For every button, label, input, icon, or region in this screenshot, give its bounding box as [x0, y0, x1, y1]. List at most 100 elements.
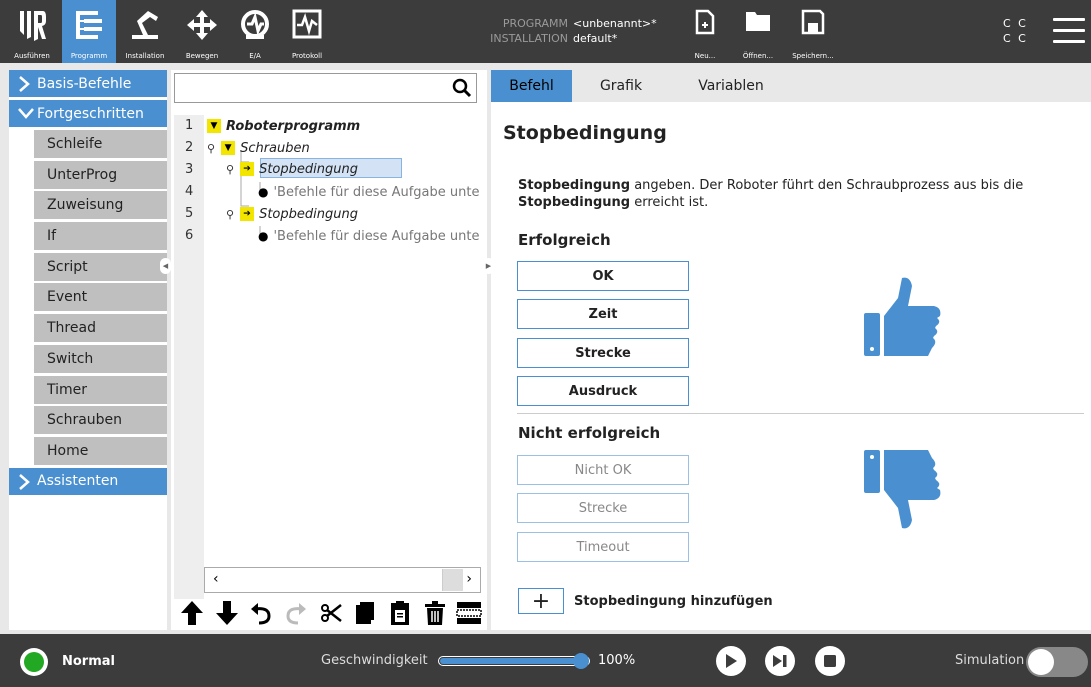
new-file-icon — [695, 9, 715, 35]
thumbs-up-icon — [864, 277, 941, 356]
menu-icon[interactable] — [1053, 18, 1085, 44]
status-led — [24, 652, 44, 672]
search-icon[interactable] — [452, 78, 472, 98]
tree-horizontal-scrollbar[interactable]: ‹ › — [204, 567, 481, 593]
nav-item-home[interactable]: Home — [34, 436, 167, 465]
nav-item-script[interactable]: Script — [34, 252, 167, 281]
status-indicator[interactable] — [20, 648, 48, 676]
nav-item-event[interactable]: Event — [34, 283, 167, 312]
tab-grafik[interactable]: Grafik — [586, 70, 656, 102]
tree-node-stopbedingung-1[interactable]: ⚲ ➔ Stopbedingung — [226, 158, 358, 180]
installation-icon — [132, 11, 158, 39]
control-indicator: C C C C — [1003, 16, 1028, 46]
log-icon — [292, 9, 322, 39]
app-window: Ausführen Programm Installation Bewegen … — [0, 0, 1091, 687]
step-button[interactable] — [765, 646, 795, 676]
line-number: 1 — [185, 118, 194, 133]
undo-icon[interactable] — [246, 598, 276, 628]
tree-node-label: Stopbedingung — [259, 206, 358, 222]
save-icon — [801, 9, 825, 35]
installation-name: default* — [573, 32, 618, 45]
play-button[interactable] — [716, 646, 746, 676]
distance-button[interactable]: Strecke — [517, 338, 689, 368]
pin-icon: ⚲ — [226, 207, 235, 221]
timeout-button[interactable]: Timeout — [517, 532, 689, 562]
scroll-right-icon[interactable]: › — [466, 571, 472, 587]
fail-distance-button[interactable]: Strecke — [517, 493, 689, 523]
section-divider — [517, 413, 1084, 414]
tree-node-comment-2[interactable]: ● 'Befehle für diese Aufgabe unte — [258, 225, 479, 247]
page-title: Stopbedingung — [503, 122, 667, 144]
tab-programm[interactable]: Programm — [62, 0, 116, 63]
scroll-left-icon[interactable]: ‹ — [213, 571, 219, 587]
open-folder-icon — [746, 12, 770, 31]
tab-ea[interactable]: E/A — [228, 0, 282, 63]
command-panel: Befehl Grafik Variablen Stopbedingung St… — [491, 70, 1091, 630]
collapse-triangle-icon[interactable]: ▼ — [207, 119, 221, 133]
nav-item-if[interactable]: If — [34, 222, 167, 251]
chevron-right-icon — [19, 76, 30, 92]
redo-icon[interactable] — [281, 598, 311, 628]
tree-node-schrauben[interactable]: ⚲ ▼ Schrauben — [207, 137, 310, 159]
nav-item-schleife[interactable]: Schleife — [34, 130, 167, 158]
line-number: 5 — [185, 206, 194, 221]
stop-condition-icon: ➔ — [240, 162, 255, 176]
success-heading: Erfolgreich — [518, 231, 611, 249]
tree-search-input[interactable] — [175, 74, 445, 100]
nav-category-fortgeschritten[interactable]: Fortgeschritten — [9, 100, 167, 127]
tab-variablen[interactable]: Variablen — [683, 70, 779, 102]
scroll-thumb[interactable] — [235, 569, 443, 591]
move-icon — [187, 10, 217, 40]
cut-icon[interactable] — [316, 598, 346, 628]
nav-category-assistenten[interactable]: Assistenten — [9, 467, 167, 495]
tab-protokoll[interactable]: Protokoll — [280, 0, 334, 63]
move-up-icon[interactable] — [177, 598, 207, 628]
move-down-icon[interactable] — [212, 598, 242, 628]
tab-bewegen[interactable]: Bewegen — [175, 0, 229, 63]
collapse-triangle-icon[interactable]: ▼ — [221, 141, 236, 155]
nav-item-switch[interactable]: Switch — [34, 344, 167, 373]
time-button[interactable]: Zeit — [517, 299, 689, 329]
nav-item-unterprog[interactable]: UnterProg — [34, 160, 167, 189]
paste-icon[interactable] — [385, 598, 415, 628]
comment-icon: ● — [258, 185, 269, 199]
simulation-toggle[interactable] — [1026, 647, 1088, 677]
control-indicator-bottom: C C — [1003, 32, 1028, 45]
control-indicator-top: C C — [1003, 17, 1028, 30]
nav-category-basis[interactable]: Basis-Befehle — [9, 70, 167, 97]
delete-icon[interactable] — [420, 598, 450, 628]
tree-node-stopbedingung-2[interactable]: ⚲ ➔ Stopbedingung — [226, 203, 358, 225]
open-button[interactable]: Öffnen... — [733, 0, 783, 63]
nav-item-zuweisung[interactable]: Zuweisung — [34, 191, 167, 220]
tree-node-label: 'Befehle für diese Aufgabe unte — [273, 184, 480, 200]
tab-installation[interactable]: Installation — [118, 0, 172, 63]
nav-item-thread[interactable]: Thread — [34, 314, 167, 343]
tree-node-roboterprogramm[interactable]: ▼ Roboterprogramm — [207, 115, 360, 137]
copy-icon[interactable] — [350, 598, 380, 628]
nav-item-schrauben[interactable]: Schrauben — [34, 406, 167, 435]
collapse-left-handle[interactable]: ◀ — [160, 258, 171, 274]
suppress-icon[interactable] — [454, 598, 484, 628]
toggle-knob — [1028, 649, 1054, 675]
chevron-down-icon — [18, 108, 34, 119]
add-stop-condition-button[interactable]: + — [518, 588, 564, 614]
tab-befehl[interactable]: Befehl — [491, 70, 572, 102]
ok-button[interactable]: OK — [517, 261, 689, 291]
tree-node-label: Stopbedingung — [259, 161, 358, 177]
expression-button[interactable]: Ausdruck — [517, 376, 689, 406]
speed-slider-knob[interactable] — [573, 653, 589, 669]
not-ok-button[interactable]: Nicht OK — [517, 455, 689, 485]
nav-item-timer[interactable]: Timer — [34, 375, 167, 404]
step-icon — [773, 655, 787, 667]
tab-ausfuehren[interactable]: Ausführen — [5, 0, 59, 63]
speed-slider[interactable] — [438, 653, 590, 669]
tab-label: Ausführen — [14, 52, 50, 60]
save-button[interactable]: Speichern... — [784, 0, 842, 63]
tree-search-box — [174, 73, 477, 103]
new-button[interactable]: Neu... — [688, 0, 722, 63]
tab-label: Programm — [70, 52, 108, 60]
tree-node-comment-1[interactable]: ● 'Befehle für diese Aufgabe unte — [258, 181, 479, 203]
stop-icon — [824, 655, 836, 667]
line-number: 3 — [185, 162, 194, 177]
stop-button[interactable] — [815, 646, 845, 676]
